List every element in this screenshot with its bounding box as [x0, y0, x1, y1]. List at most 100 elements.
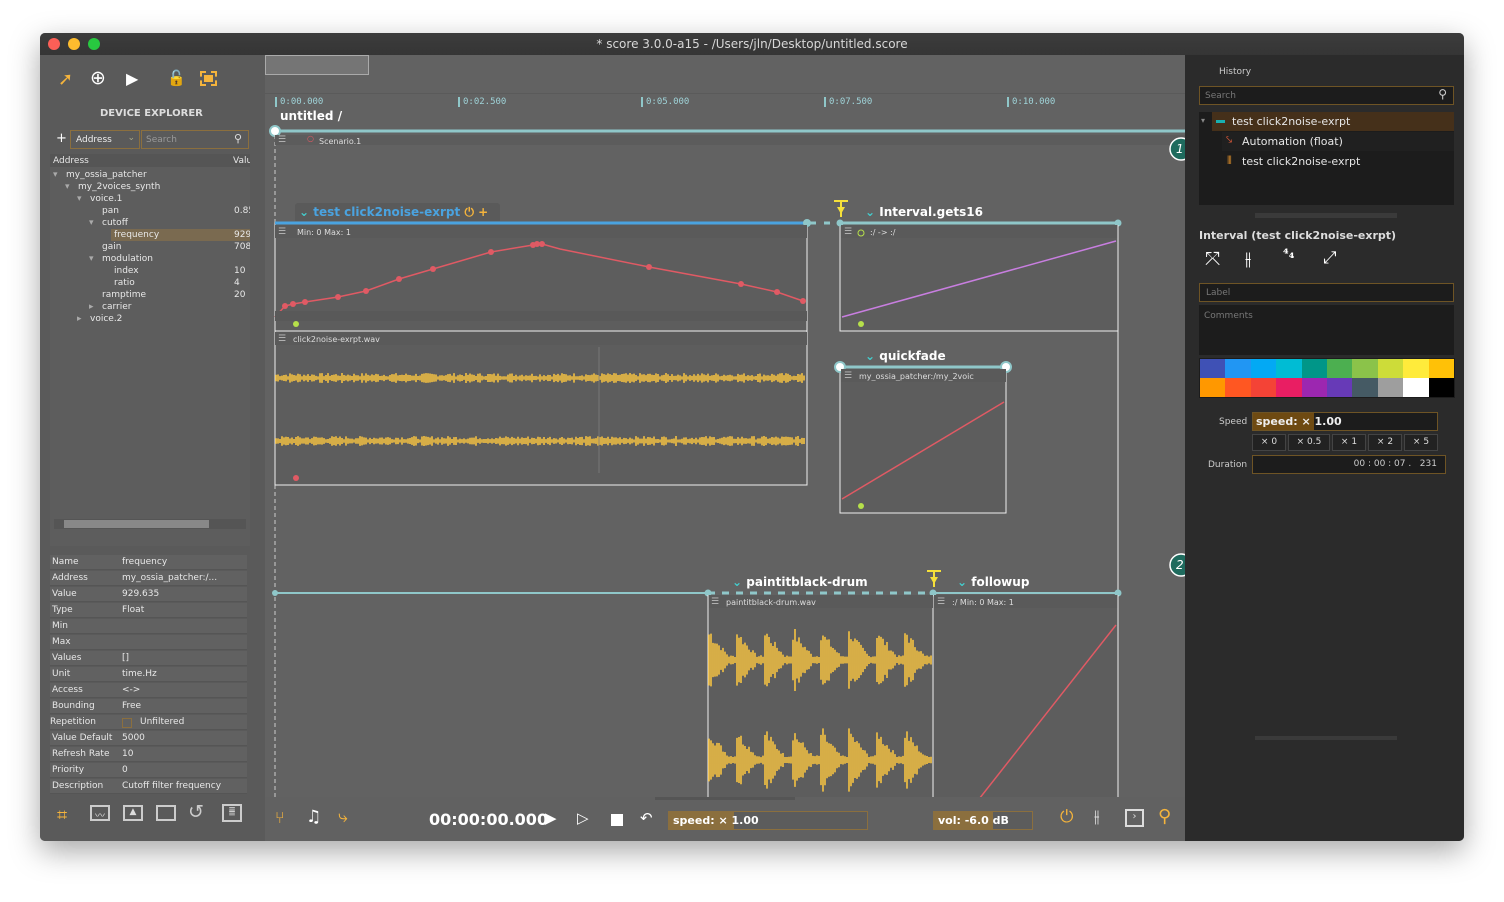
log-icon[interactable]: ≡ ≡	[222, 804, 242, 822]
history-item[interactable]: ⦀ test click2noise-exrpt	[1222, 152, 1454, 171]
play-icon[interactable]: ▶	[545, 809, 557, 827]
marker-2-label[interactable]: 2	[1176, 558, 1184, 572]
branch-icon[interactable]: ⑂	[275, 808, 285, 827]
chevron-down-icon[interactable]: ⌄	[957, 575, 967, 589]
speed-preset-0[interactable]: × 0	[1252, 434, 1286, 451]
device-explorer-icon[interactable]: ⌗	[57, 805, 67, 826]
search-icon[interactable]: ⚲	[1158, 806, 1171, 827]
console-icon[interactable]: ›	[1125, 809, 1144, 827]
speed-preset-5[interactable]: × 5	[1404, 434, 1438, 451]
power-icon[interactable]: ⏻	[1060, 807, 1073, 827]
duration-input[interactable]: 00 : 00 : 07 . 231	[1252, 455, 1446, 474]
interval-3-header[interactable]: ⌄ quickfade	[865, 349, 946, 363]
color-swatch[interactable]	[1377, 359, 1404, 378]
reinitialize-icon[interactable]: ↶	[640, 809, 653, 827]
fullscreen-icon[interactable]: ⤧	[1205, 248, 1220, 270]
address-filter-select[interactable]: Address ⌄	[70, 130, 140, 149]
comments-textarea[interactable]: Comments	[1199, 305, 1454, 355]
add-device-button[interactable]: +	[56, 131, 67, 146]
interval-5-header[interactable]: ⌄ followup	[957, 575, 1029, 589]
chevron-down-icon[interactable]: ⌄	[865, 349, 875, 363]
color-swatch[interactable]	[1276, 359, 1302, 378]
color-swatch[interactable]	[1403, 378, 1429, 397]
hamburger-icon[interactable]: ☰	[278, 227, 286, 237]
select-tool-icon[interactable]: ➚	[58, 69, 73, 90]
interval-speed-slider[interactable]: speed: × 1.00	[1252, 412, 1438, 431]
color-swatch[interactable]	[1326, 359, 1353, 378]
color-swatch[interactable]	[1301, 378, 1327, 397]
hamburger-icon[interactable]: ☰	[278, 135, 286, 145]
scenario-canvas[interactable]	[265, 55, 1185, 841]
interval-4-header[interactable]: ⌄ paintitblack-drum	[732, 575, 868, 589]
speed-slider[interactable]: speed: × 1.00	[668, 811, 868, 830]
hamburger-icon[interactable]: ☰	[937, 597, 945, 607]
tree-item[interactable]: carrier	[102, 301, 131, 313]
zoom-button[interactable]	[88, 38, 100, 50]
minimize-button[interactable]	[68, 38, 80, 50]
tree-item[interactable]: index	[114, 265, 139, 277]
color-swatch[interactable]	[1225, 378, 1251, 397]
color-swatch[interactable]	[1250, 378, 1277, 397]
tree-item[interactable]: voice.2	[90, 313, 122, 325]
close-button[interactable]	[48, 38, 60, 50]
hamburger-icon[interactable]: ☰	[844, 227, 852, 237]
curve-icon[interactable]: ⤷	[338, 807, 348, 827]
music-note-icon[interactable]: ♫	[306, 807, 321, 827]
history-search-input[interactable]: Search ⚲	[1199, 86, 1454, 105]
marker-1-label[interactable]: 1	[1176, 142, 1184, 156]
color-swatch[interactable]	[1200, 359, 1226, 378]
collapse-arrow-icon[interactable]: ▸	[89, 301, 94, 313]
color-swatch[interactable]	[1250, 359, 1277, 378]
stop-icon[interactable]	[611, 814, 623, 826]
hamburger-icon[interactable]: ☰	[278, 334, 286, 344]
tree-item[interactable]: cutoff	[102, 217, 128, 229]
tree-item[interactable]: ramptime	[102, 289, 146, 301]
color-swatch[interactable]	[1276, 378, 1302, 397]
mixer-icon[interactable]: ⫲	[1094, 807, 1100, 827]
history-item[interactable]: ⤥ Automation (float)	[1222, 132, 1454, 151]
history-item-selected[interactable]: test click2noise-exrpt	[1212, 112, 1454, 131]
tree-item[interactable]: my_ossia_patcher	[66, 169, 147, 181]
interval-2-header[interactable]: ⌄ Interval.gets16	[865, 205, 983, 219]
color-swatch[interactable]	[1326, 378, 1353, 397]
color-swatch[interactable]	[1352, 378, 1378, 397]
tree-item[interactable]: ratio	[114, 277, 135, 289]
power-icon[interactable]: ⏻	[464, 205, 474, 219]
volume-slider[interactable]: vol: -6.0 dB	[933, 811, 1033, 830]
collapse-arrow-icon[interactable]: ▸	[77, 313, 82, 325]
device-search-input[interactable]: Search ⚲	[141, 130, 249, 149]
scrollbar[interactable]	[655, 797, 795, 800]
tree-item-selected[interactable]: frequency	[114, 229, 159, 241]
tree-item[interactable]: gain	[102, 241, 121, 253]
chevron-down-icon[interactable]: ⌄	[865, 205, 875, 219]
scale-tool-icon[interactable]	[200, 71, 217, 86]
color-swatch[interactable]	[1403, 359, 1429, 378]
chevron-down-icon[interactable]: ⌄	[299, 205, 309, 219]
color-swatch[interactable]	[1428, 378, 1454, 397]
expand-arrow-icon[interactable]: ▾	[89, 217, 94, 229]
expand-arrow-icon[interactable]: ▾	[53, 169, 58, 181]
user-library-icon[interactable]: ▲	[123, 805, 143, 821]
expand-arrow-icon[interactable]: ▾	[1201, 116, 1205, 125]
history-icon[interactable]: ↺	[188, 801, 204, 823]
lock-icon[interactable]: 🔓	[167, 69, 186, 87]
hamburger-icon[interactable]: ☰	[844, 371, 852, 381]
label-input[interactable]: Label	[1199, 283, 1454, 302]
splitter-handle[interactable]	[1255, 213, 1397, 218]
expand-arrow-icon[interactable]: ▾	[65, 181, 70, 193]
expand-arrow-icon[interactable]: ▾	[89, 253, 94, 265]
chevron-down-icon[interactable]: ⌄	[732, 575, 742, 589]
color-swatch[interactable]	[1428, 359, 1454, 378]
expand-arrow-icon[interactable]: ▾	[77, 193, 82, 205]
speed-preset-0.5[interactable]: × 0.5	[1288, 434, 1330, 451]
curve-panel-icon[interactable]: 〰	[90, 805, 110, 822]
color-swatch[interactable]	[1301, 359, 1327, 378]
time-signature-icon[interactable]: ⁴₄	[1283, 247, 1294, 262]
interval-1-header[interactable]: ⌄ test click2noise-exrpt ⏻ +	[299, 205, 488, 220]
splitter-handle[interactable]	[1255, 736, 1397, 740]
horizontal-scrollbar[interactable]	[54, 519, 246, 529]
mixer-icon[interactable]: ⫲	[1245, 248, 1251, 270]
speed-preset-2[interactable]: × 2	[1368, 434, 1402, 451]
color-swatch[interactable]	[1377, 378, 1404, 397]
color-swatch[interactable]	[1225, 359, 1251, 378]
